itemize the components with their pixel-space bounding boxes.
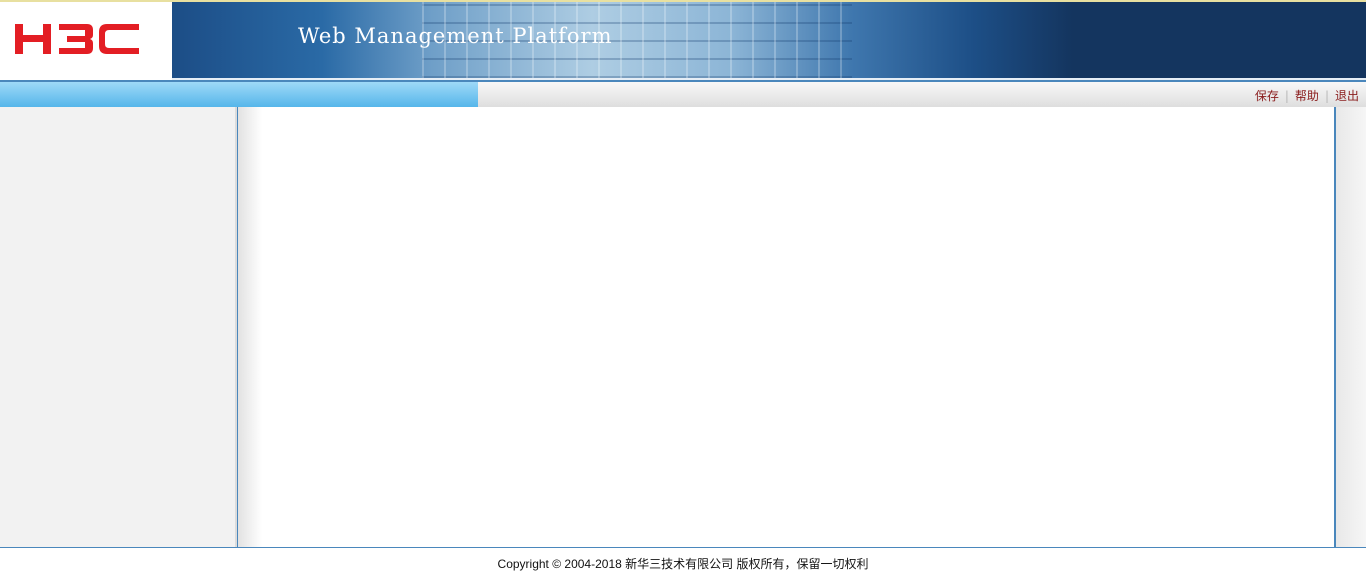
nav-separator: | bbox=[1284, 89, 1289, 103]
platform-title: Web Management Platform bbox=[298, 24, 613, 48]
copyright-text: Copyright © 2004-2018 新华三技术有限公司 版权所有，保留一… bbox=[497, 557, 869, 571]
main-content bbox=[237, 107, 1336, 547]
h3c-logo bbox=[15, 24, 139, 54]
help-link[interactable]: 帮助 bbox=[1295, 89, 1319, 103]
logout-link[interactable]: 退出 bbox=[1335, 89, 1359, 103]
nav-links: 保存 | 帮助 | 退出 bbox=[1255, 87, 1359, 104]
logo-area bbox=[0, 2, 172, 80]
content-frame bbox=[235, 107, 1366, 547]
content-shadow bbox=[238, 107, 262, 547]
nav-accent-bar bbox=[0, 82, 478, 107]
nav-bar: 保存 | 帮助 | 退出 bbox=[0, 80, 1366, 107]
header: Web Management Platform bbox=[0, 0, 1366, 80]
footer: Copyright © 2004-2018 新华三技术有限公司 版权所有，保留一… bbox=[0, 547, 1366, 574]
right-margin bbox=[1336, 107, 1366, 547]
save-link[interactable]: 保存 bbox=[1255, 89, 1279, 103]
header-banner: Web Management Platform bbox=[172, 2, 1366, 78]
nav-separator: | bbox=[1324, 89, 1329, 103]
sidebar bbox=[0, 107, 235, 547]
